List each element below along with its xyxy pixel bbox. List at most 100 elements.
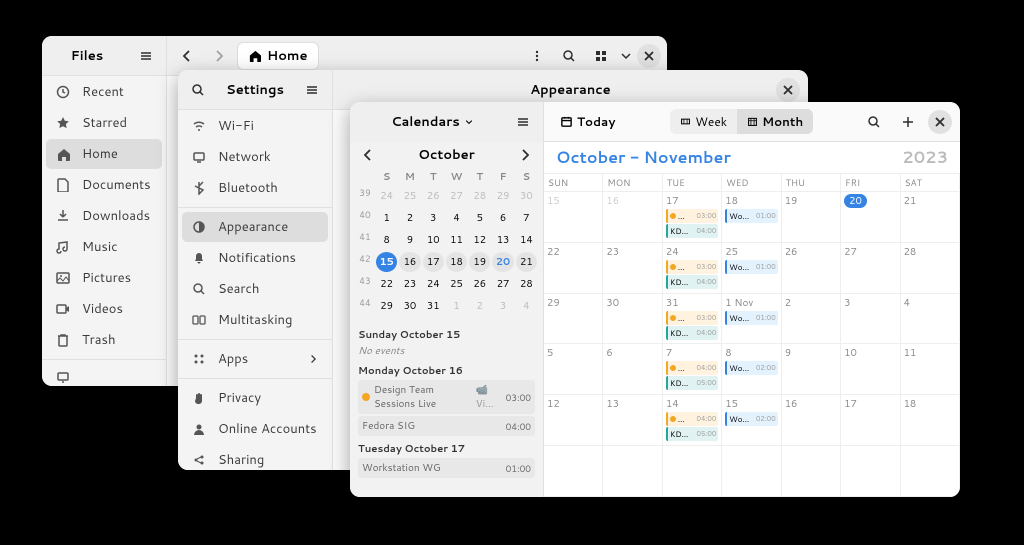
day-cell[interactable]: 17…03:00KD…04:00 xyxy=(663,192,722,243)
day-cell[interactable]: 11 xyxy=(901,344,960,395)
day-cell[interactable]: 25Wo…01:00 xyxy=(722,243,781,294)
day-cell[interactable]: 4 xyxy=(901,294,960,345)
day-cell[interactable]: 26 xyxy=(782,243,841,294)
mini-day[interactable]: 25 xyxy=(399,186,420,206)
mini-day[interactable]: 4 xyxy=(516,296,537,316)
sidebar-item-multitasking[interactable]: Multitasking xyxy=(182,305,328,335)
close-button[interactable] xyxy=(776,78,800,102)
back-button[interactable] xyxy=(173,42,201,70)
day-cell[interactable]: 10 xyxy=(841,344,900,395)
day-cell[interactable]: 14…04:00KD…05:00 xyxy=(663,395,722,446)
search-button[interactable] xyxy=(555,42,583,70)
day-cell[interactable] xyxy=(603,446,662,497)
sidebar-item-appearance[interactable]: Appearance xyxy=(182,212,328,242)
day-cell[interactable]: 7…04:00KD…05:00 xyxy=(663,344,722,395)
day-cell[interactable]: 18 xyxy=(901,395,960,446)
day-cell[interactable]: 31…03:00KD…04:00 xyxy=(663,294,722,345)
mini-day[interactable]: 28 xyxy=(469,186,490,206)
mini-day[interactable]: 21 xyxy=(516,252,537,272)
month-grid[interactable]: SUNMONTUEWEDTHUFRISAT151617…03:00KD…04:0… xyxy=(544,173,960,497)
mini-day[interactable]: 14 xyxy=(516,230,537,250)
view-dropdown-icon[interactable] xyxy=(619,42,633,70)
day-cell[interactable]: 8Wo…02:00 xyxy=(722,344,781,395)
search-button[interactable] xyxy=(184,76,212,104)
day-cell[interactable] xyxy=(722,446,781,497)
calendar-event[interactable]: …03:00 xyxy=(666,209,718,223)
calendar-event[interactable]: …04:00 xyxy=(666,412,718,426)
mini-day[interactable]: 6 xyxy=(492,208,513,228)
mini-day[interactable]: 19 xyxy=(469,252,490,272)
calendar-event[interactable]: Wo…01:00 xyxy=(725,209,777,223)
path-bar[interactable]: Home xyxy=(237,42,319,70)
add-event-button[interactable] xyxy=(894,108,922,136)
sidebar-item-notifications[interactable]: Notifications xyxy=(182,243,328,273)
day-cell[interactable]: 3 xyxy=(841,294,900,345)
mini-calendar[interactable]: SMTWTFS392425262728293040123456741891011… xyxy=(350,168,543,318)
mini-day[interactable]: 16 xyxy=(399,252,420,272)
sidebar-item-documents[interactable]: Documents xyxy=(46,170,162,200)
mini-day[interactable]: 5 xyxy=(469,208,490,228)
day-cell[interactable]: 22 xyxy=(544,243,603,294)
mini-day[interactable]: 24 xyxy=(376,186,397,206)
calendar-event[interactable]: …04:00 xyxy=(666,361,718,375)
calendar-event[interactable]: Wo…02:00 xyxy=(725,412,777,426)
day-cell[interactable]: 2 xyxy=(782,294,841,345)
day-cell[interactable] xyxy=(841,446,900,497)
day-cell[interactable]: 19 xyxy=(782,192,841,243)
mini-day[interactable]: 20 xyxy=(492,252,513,272)
day-cell[interactable]: 16 xyxy=(782,395,841,446)
day-cell[interactable]: 5 xyxy=(544,344,603,395)
mini-day[interactable]: 25 xyxy=(446,274,467,294)
mini-day[interactable]: 9 xyxy=(399,230,420,250)
day-cell[interactable]: 12 xyxy=(544,395,603,446)
mini-day[interactable]: 18 xyxy=(446,252,467,272)
mini-day[interactable]: 24 xyxy=(423,274,444,294)
sidebar-item-network[interactable]: Network xyxy=(182,142,328,172)
sidebar-item-disk[interactable] xyxy=(46,364,162,386)
day-cell[interactable] xyxy=(544,446,603,497)
day-cell[interactable]: 30 xyxy=(603,294,662,345)
more-icon[interactable] xyxy=(523,42,551,70)
sidebar-item-pictures[interactable]: Pictures xyxy=(46,263,162,293)
close-button[interactable] xyxy=(928,110,952,134)
day-cell[interactable]: 24…03:00KD…04:00 xyxy=(663,243,722,294)
sidebar-item-wi-fi[interactable]: Wi-Fi xyxy=(182,111,328,141)
day-cell[interactable]: 18Wo…01:00 xyxy=(722,192,781,243)
day-cell[interactable]: 13 xyxy=(603,395,662,446)
search-button[interactable] xyxy=(860,108,888,136)
hamburger-icon[interactable] xyxy=(298,76,326,104)
day-cell[interactable]: 6 xyxy=(603,344,662,395)
view-grid-button[interactable] xyxy=(587,42,615,70)
mini-day[interactable]: 27 xyxy=(446,186,467,206)
day-cell[interactable]: 20 xyxy=(841,192,900,243)
mini-day[interactable]: 8 xyxy=(376,230,397,250)
mini-day[interactable]: 3 xyxy=(492,296,513,316)
mini-day[interactable]: 26 xyxy=(423,186,444,206)
sidebar-item-home[interactable]: Home xyxy=(46,139,162,169)
sidebar-item-bluetooth[interactable]: Bluetooth xyxy=(182,173,328,203)
day-cell[interactable]: 27 xyxy=(841,243,900,294)
mini-day[interactable]: 10 xyxy=(423,230,444,250)
mini-day[interactable]: 2 xyxy=(469,296,490,316)
mini-day[interactable]: 23 xyxy=(399,274,420,294)
hamburger-icon[interactable] xyxy=(132,42,160,70)
day-cell[interactable]: 17 xyxy=(841,395,900,446)
mini-day[interactable]: 29 xyxy=(492,186,513,206)
mini-day[interactable]: 15 xyxy=(376,252,397,272)
calendar-event[interactable]: Wo…01:00 xyxy=(725,311,777,325)
mini-day[interactable]: 11 xyxy=(446,230,467,250)
calendar-event[interactable]: Wo…02:00 xyxy=(725,361,777,375)
next-month-button[interactable] xyxy=(517,147,533,163)
day-cell[interactable] xyxy=(901,446,960,497)
sidebar-item-downloads[interactable]: Downloads xyxy=(46,201,162,231)
sidebar-item-search[interactable]: Search xyxy=(182,274,328,304)
mini-day[interactable]: 7 xyxy=(516,208,537,228)
agenda-event[interactable]: Workstation WG01:00 xyxy=(358,458,535,478)
calendar-event[interactable]: KD…04:00 xyxy=(666,275,718,289)
mini-day[interactable]: 22 xyxy=(376,274,397,294)
sidebar-item-sharing[interactable]: Sharing xyxy=(182,445,328,470)
prev-month-button[interactable] xyxy=(360,147,376,163)
mini-day[interactable]: 26 xyxy=(469,274,490,294)
today-button[interactable]: Today xyxy=(552,110,623,133)
sidebar-item-apps[interactable]: Apps xyxy=(182,344,328,374)
